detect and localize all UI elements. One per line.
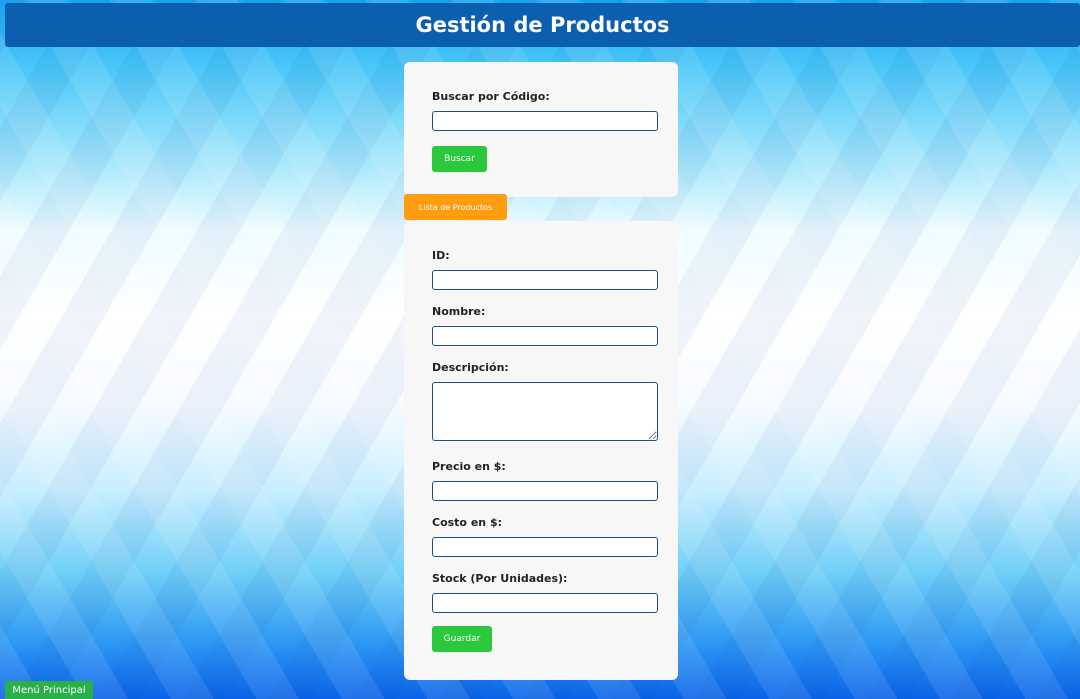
stock-label: Stock (Por Unidades): [432, 572, 568, 585]
search-button[interactable]: Buscar [432, 146, 487, 172]
save-button[interactable]: Guardar [432, 626, 492, 652]
descripcion-textarea[interactable] [432, 382, 658, 441]
descripcion-label: Descripción: [432, 361, 509, 374]
costo-input[interactable] [432, 537, 658, 557]
search-label: Buscar por Código: [432, 90, 550, 103]
nombre-label: Nombre: [432, 305, 486, 318]
page-header: Gestión de Productos [5, 3, 1080, 47]
search-card: Buscar por Código: Buscar [404, 62, 678, 197]
product-form-card: ID: Nombre: Descripción: Precio en $: Co… [404, 221, 678, 680]
id-input[interactable] [432, 270, 658, 290]
id-label: ID: [432, 249, 450, 262]
nombre-input[interactable] [432, 326, 658, 346]
precio-input[interactable] [432, 481, 658, 501]
search-code-input[interactable] [432, 111, 658, 131]
product-list-tab[interactable]: Lista de Productos [404, 194, 507, 220]
main-menu-button[interactable]: Menú Principal [5, 681, 93, 699]
stock-input[interactable] [432, 593, 658, 613]
precio-label: Precio en $: [432, 460, 506, 473]
costo-label: Costo en $: [432, 516, 502, 529]
page-title: Gestión de Productos [415, 13, 670, 37]
